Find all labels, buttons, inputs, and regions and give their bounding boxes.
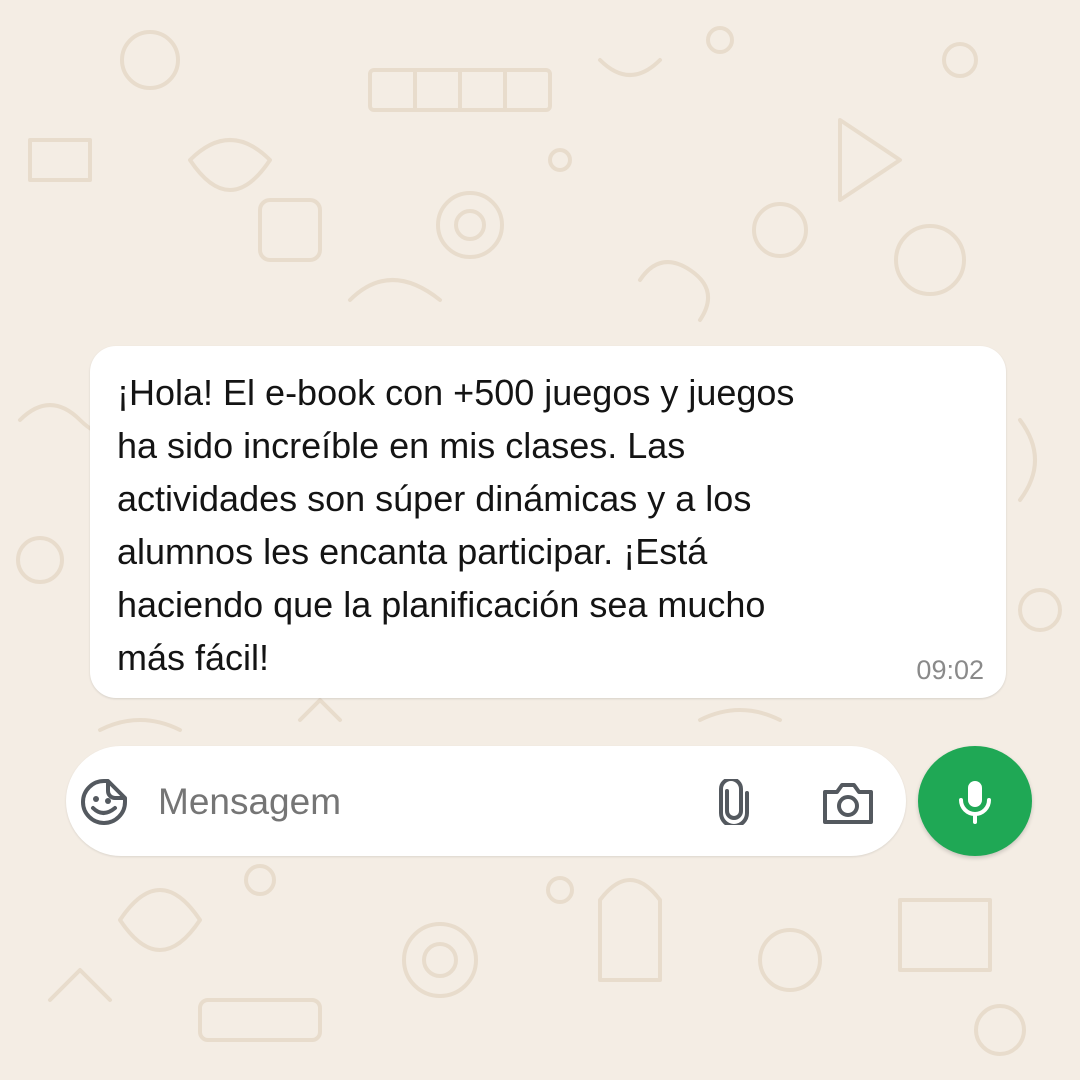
message-text: ¡Hola! El e-book con +500 juegos y juego… xyxy=(117,366,957,684)
message-input[interactable] xyxy=(158,782,658,822)
message-timestamp: 09:02 xyxy=(916,655,984,685)
camera-icon[interactable] xyxy=(821,780,875,826)
message-line: ha sido increíble en mis clases. Las xyxy=(117,425,686,466)
message-line: más fácil! xyxy=(117,637,270,678)
voice-message-button[interactable] xyxy=(918,746,1032,856)
message-line: alumnos les encanta participar. ¡Está xyxy=(117,531,708,572)
message-line: haciendo que la planificación sea mucho xyxy=(117,584,766,625)
message-line: ¡Hola! El e-book con +500 juegos y juego… xyxy=(117,372,795,413)
message-line: actividades son súper dinámicas y a los xyxy=(117,478,752,519)
message-bubble[interactable]: ¡Hola! El e-book con +500 juegos y juego… xyxy=(90,346,1006,698)
microphone-icon xyxy=(959,781,991,824)
sticker-icon[interactable] xyxy=(79,777,129,827)
paperclip-icon[interactable] xyxy=(714,779,754,825)
message-composer xyxy=(66,746,906,856)
